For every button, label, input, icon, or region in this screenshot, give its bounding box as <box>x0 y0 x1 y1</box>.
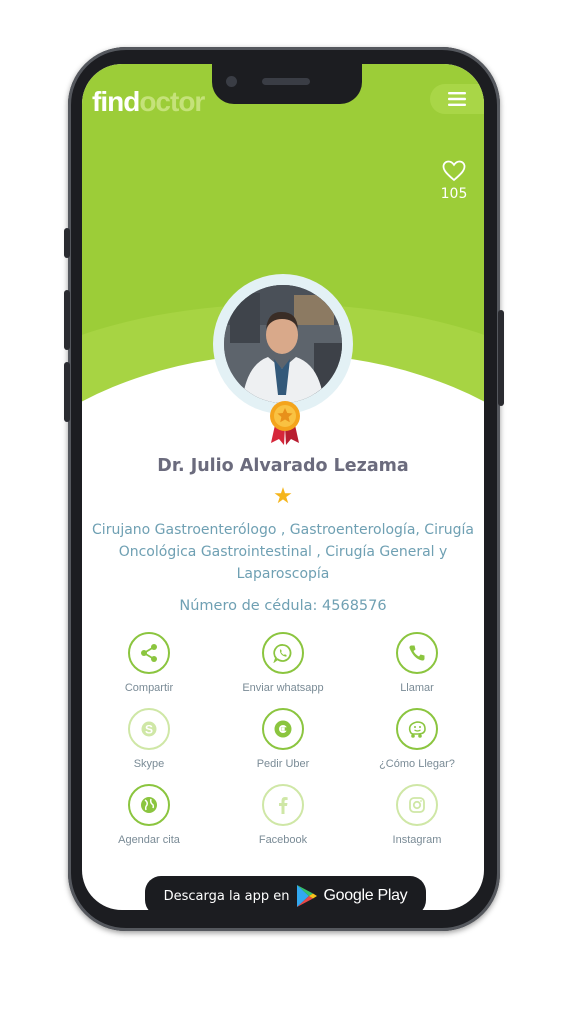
skype-circle: S <box>128 708 170 750</box>
share-circle <box>128 632 170 674</box>
medal-icon <box>270 401 300 445</box>
phone-side-button <box>64 362 70 422</box>
appointment-circle <box>128 784 170 826</box>
whatsapp-button[interactable]: Enviar whatsapp <box>216 632 350 694</box>
whatsapp-circle <box>262 632 304 674</box>
instagram-circle <box>396 784 438 826</box>
doctor-avatar <box>213 274 353 414</box>
skype-icon: S <box>141 721 157 737</box>
share-icon <box>141 644 157 662</box>
uber-icon <box>274 720 292 738</box>
menu-button[interactable] <box>430 84 484 114</box>
speaker-grille <box>262 78 310 85</box>
phone-screen: findoctor 105 Dr. Julio Alvarado Lezama … <box>82 64 484 910</box>
whatsapp-icon <box>273 644 292 663</box>
call-circle <box>396 632 438 674</box>
google-play-badge[interactable]: Descarga la app en Google Play <box>145 876 426 910</box>
directions-button[interactable]: ¿Cómo Llegar? <box>350 708 484 770</box>
badge-prefix: Descarga la app en <box>163 888 290 904</box>
google-play-icon <box>296 885 317 907</box>
share-button[interactable]: Compartir <box>82 632 216 694</box>
facebook-circle <box>262 784 304 826</box>
action-label: Facebook <box>258 834 308 846</box>
action-label: Llamar <box>400 682 434 694</box>
directions-circle <box>396 708 438 750</box>
instagram-icon <box>409 797 425 813</box>
rating-star-icon: ★ <box>273 484 293 509</box>
phone-side-button <box>64 228 70 258</box>
appointment-button[interactable]: Agendar cita <box>82 784 216 846</box>
action-label: Instagram <box>392 834 442 846</box>
action-label: Skype <box>133 758 165 770</box>
cedula-number: Número de cédula: 4568576 <box>179 598 387 614</box>
phone-side-button <box>498 310 504 406</box>
skype-button[interactable]: S Skype <box>82 708 216 770</box>
doctor-specialties: Cirujano Gastroenterólogo , Gastroentero… <box>92 522 474 582</box>
doctor-name: Dr. Julio Alvarado Lezama <box>157 456 409 476</box>
action-label: Agendar cita <box>118 834 180 846</box>
action-label: Compartir <box>124 682 174 694</box>
uber-circle <box>262 708 304 750</box>
phone-notch <box>212 64 362 104</box>
action-label: Pedir Uber <box>256 758 310 770</box>
facebook-icon <box>279 797 288 814</box>
logo-text-octor: octor <box>139 86 205 117</box>
uber-button[interactable]: Pedir Uber <box>216 708 350 770</box>
favorite-button[interactable]: 105 <box>434 160 474 202</box>
badge-store-name: Google Play <box>323 887 408 904</box>
call-button[interactable]: Llamar <box>350 632 484 694</box>
findoctor-logo[interactable]: findoctor <box>92 86 205 118</box>
globe-icon <box>141 797 157 813</box>
action-label: ¿Cómo Llegar? <box>379 758 455 770</box>
hamburger-icon <box>448 92 466 106</box>
svg-text:S: S <box>145 723 153 737</box>
favorites-count: 105 <box>440 186 468 202</box>
phone-side-button <box>64 290 70 350</box>
doctor-photo <box>224 285 342 403</box>
instagram-button[interactable]: Instagram <box>350 784 484 846</box>
action-label: Enviar whatsapp <box>242 682 324 694</box>
logo-text-find: find <box>92 86 140 117</box>
heart-icon <box>442 160 466 182</box>
waze-icon <box>408 721 426 738</box>
camera-icon <box>226 76 237 87</box>
facebook-button[interactable]: Facebook <box>216 784 350 846</box>
phone-icon <box>409 645 425 661</box>
